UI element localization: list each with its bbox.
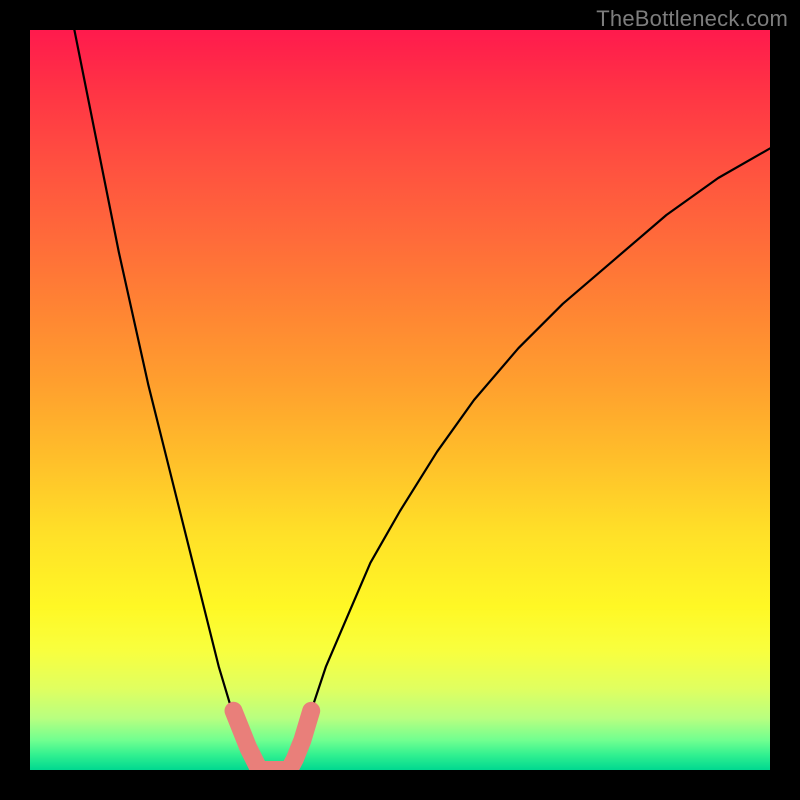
series-right-branch bbox=[289, 148, 770, 770]
chart-frame: TheBottleneck.com bbox=[0, 0, 800, 800]
series-highlight-right bbox=[289, 711, 311, 770]
watermark-text: TheBottleneck.com bbox=[596, 6, 788, 32]
series-highlight-left bbox=[234, 711, 260, 770]
chart-svg bbox=[30, 30, 770, 770]
series-left-branch bbox=[74, 30, 259, 770]
plot-area bbox=[30, 30, 770, 770]
